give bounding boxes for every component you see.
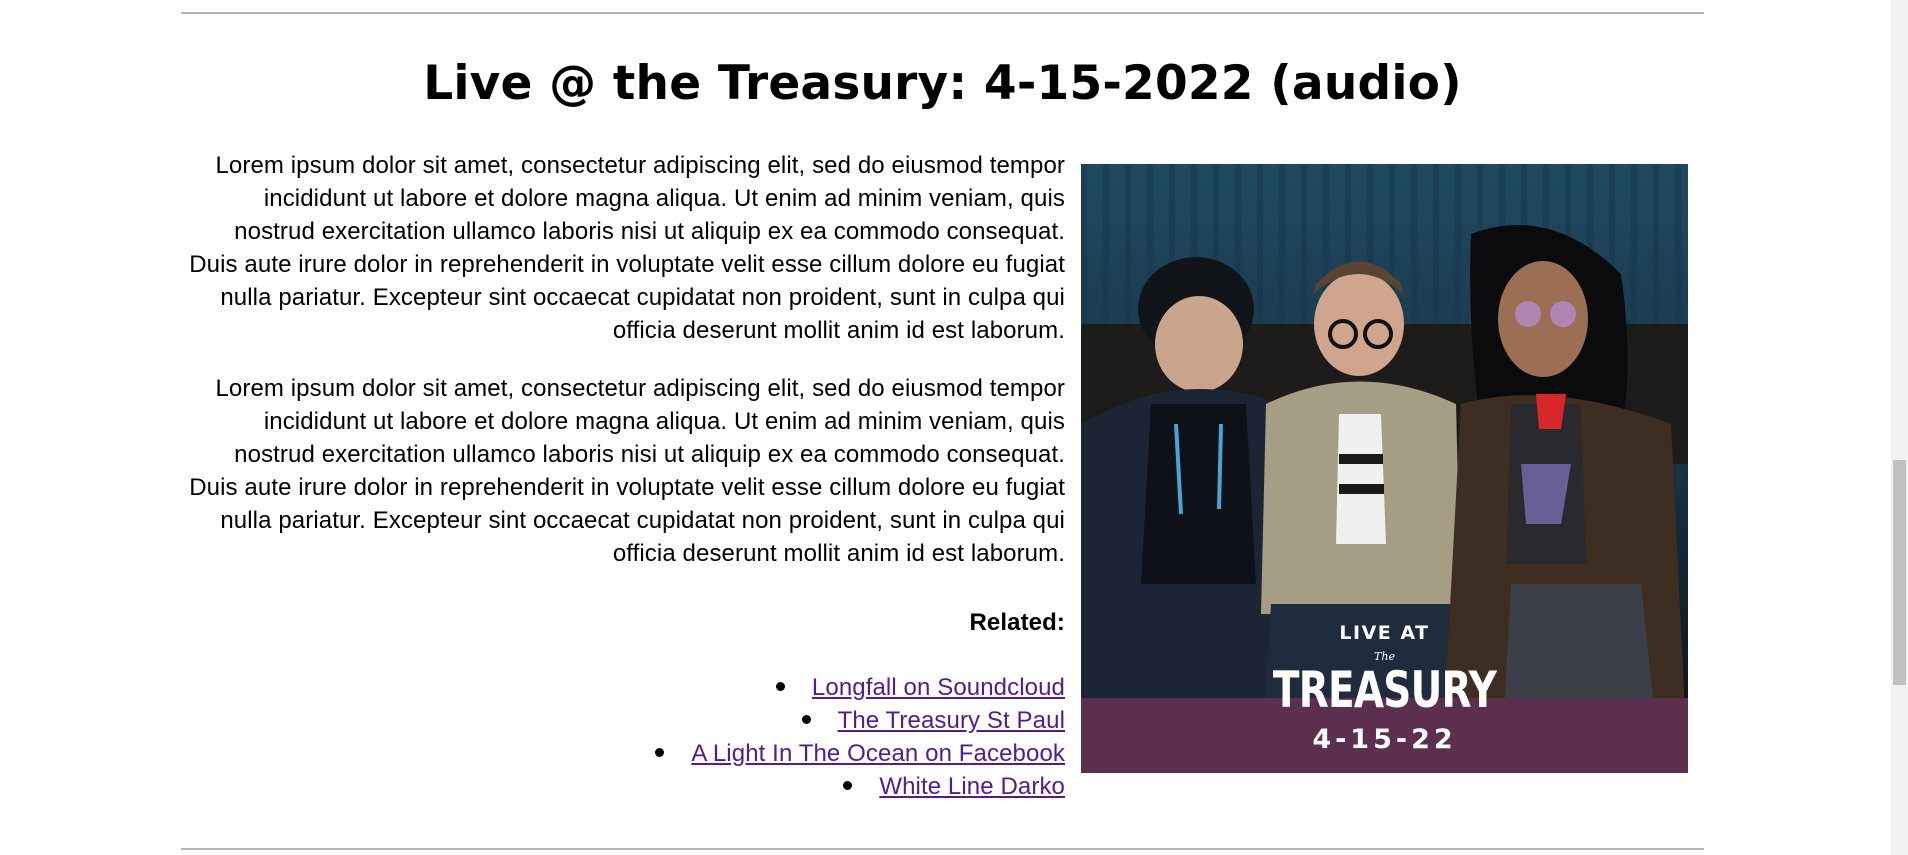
vertical-scrollbar[interactable] bbox=[1891, 0, 1908, 855]
top-divider bbox=[181, 12, 1704, 14]
list-item: A Light In The Ocean on Facebook bbox=[181, 737, 1065, 770]
logo-treasury: TREASURY bbox=[1272, 661, 1497, 719]
bullet-icon bbox=[843, 781, 853, 791]
article-text-column: Lorem ipsum dolor sit amet, consectetur … bbox=[181, 149, 1065, 803]
list-item: The Treasury St Paul bbox=[181, 704, 1065, 737]
paragraph-1: Lorem ipsum dolor sit amet, consectetur … bbox=[189, 152, 1065, 344]
band-photo: LIVE AT The TREASURY 4-15-22 bbox=[1081, 164, 1688, 773]
bullet-icon bbox=[801, 715, 811, 725]
link-light-in-the-ocean-facebook[interactable]: A Light In The Ocean on Facebook bbox=[691, 740, 1065, 767]
related-heading: Related: bbox=[969, 609, 1065, 636]
link-longfall-soundcloud[interactable]: Longfall on Soundcloud bbox=[812, 674, 1065, 701]
link-white-line-darko[interactable]: White Line Darko bbox=[879, 773, 1065, 800]
page-title: Live @ the Treasury: 4-15-2022 (audio) bbox=[423, 56, 1462, 111]
bullet-icon bbox=[655, 748, 665, 758]
logo-date: 4-15-22 bbox=[1312, 724, 1457, 755]
related-links-list: Longfall on Soundcloud The Treasury St P… bbox=[181, 671, 1065, 803]
list-item: White Line Darko bbox=[181, 770, 1065, 803]
scrollbar-thumb[interactable] bbox=[1893, 460, 1906, 685]
list-item: Longfall on Soundcloud bbox=[181, 671, 1065, 704]
bottom-divider bbox=[181, 848, 1704, 850]
link-treasury-st-paul[interactable]: The Treasury St Paul bbox=[838, 707, 1065, 734]
logo-live-at: LIVE AT bbox=[1339, 622, 1430, 644]
paragraph-2: Lorem ipsum dolor sit amet, consectetur … bbox=[189, 375, 1065, 567]
bullet-icon bbox=[775, 682, 785, 692]
